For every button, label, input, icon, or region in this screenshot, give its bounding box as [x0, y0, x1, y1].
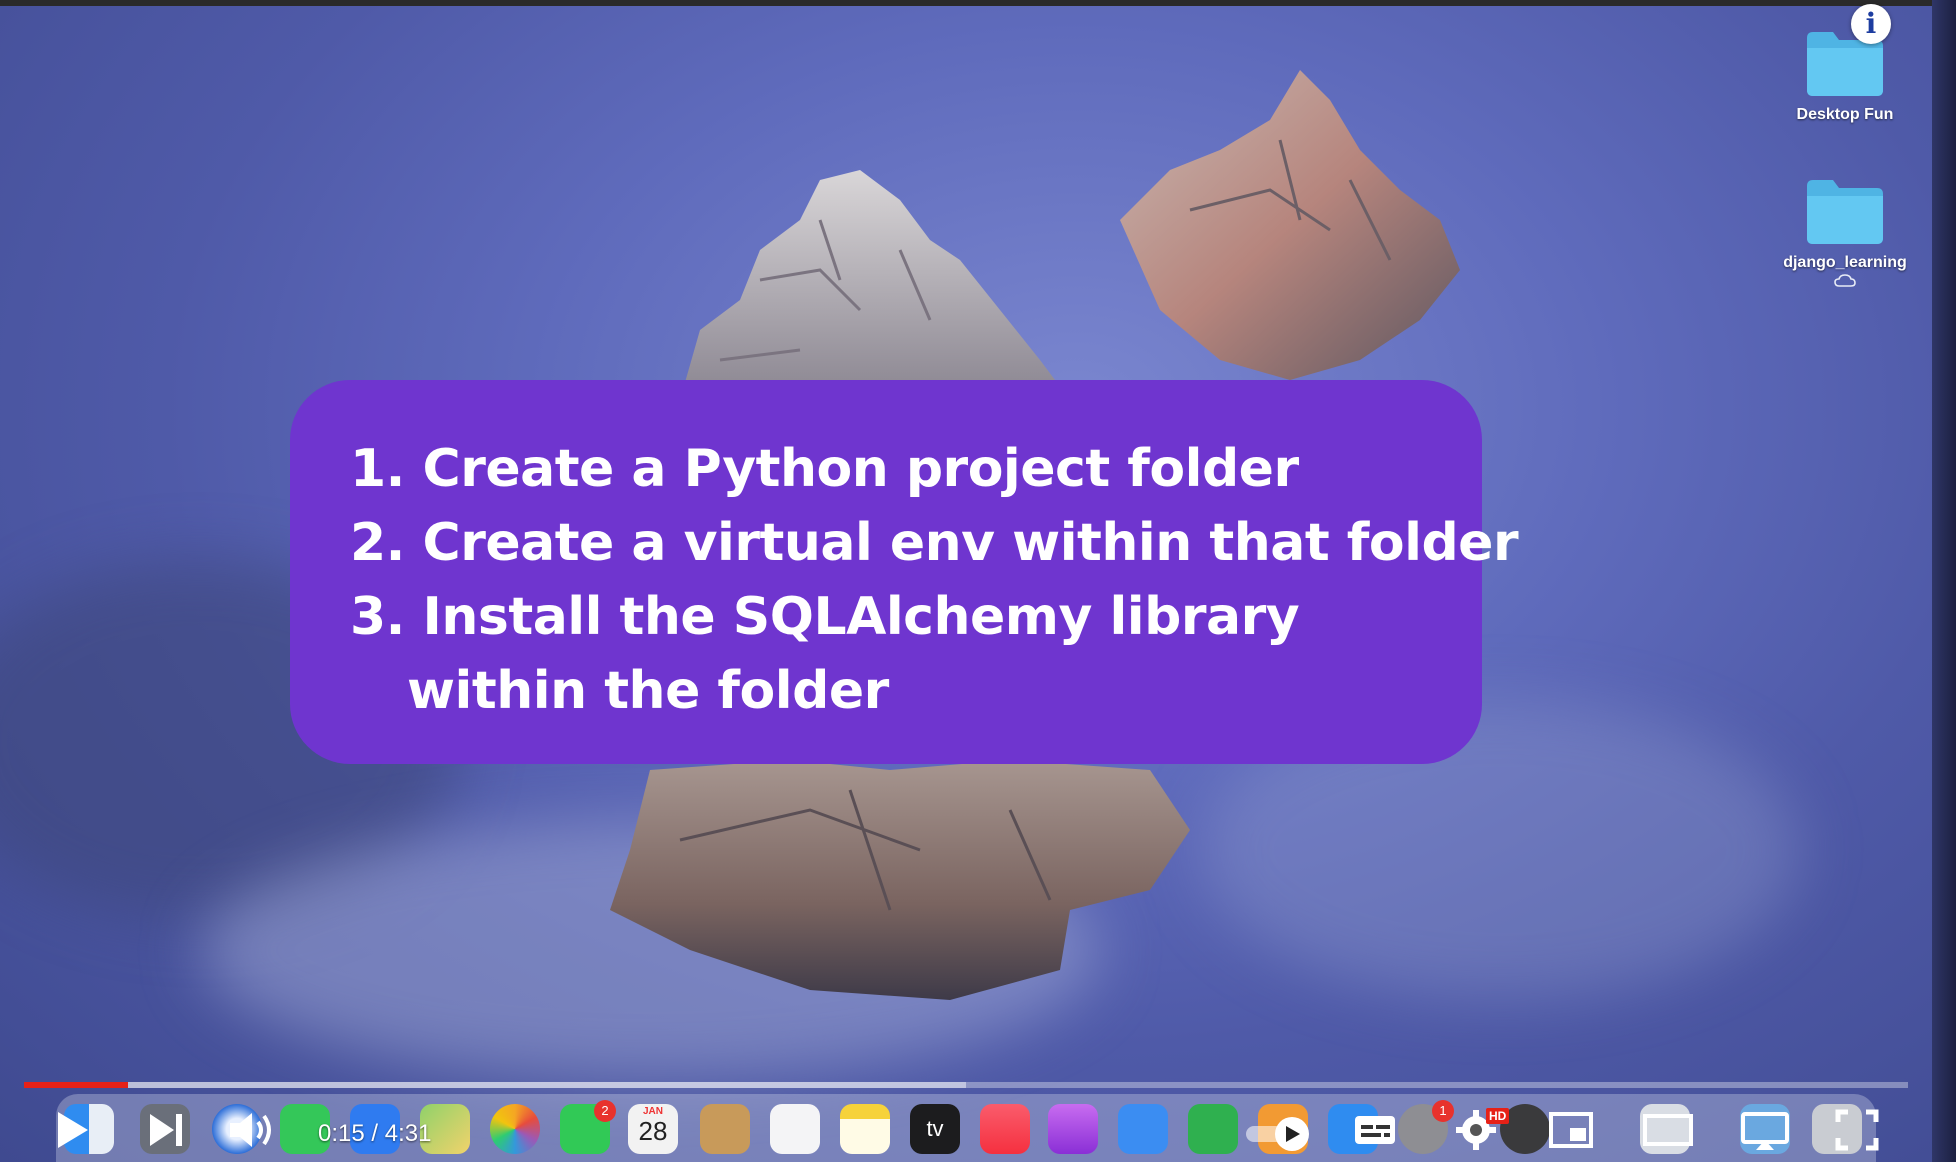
right-edge-shadow: [1932, 0, 1956, 1162]
time-display: 0:15 / 4:31: [318, 1120, 432, 1147]
folder-label: Desktop Fun: [1796, 106, 1894, 123]
reminders-icon: [770, 1104, 820, 1154]
info-icon[interactable]: i: [1851, 4, 1891, 44]
autoplay-toggle[interactable]: [1244, 1116, 1314, 1152]
step-2: 2. Create a virtual env within that fold…: [350, 513, 1519, 573]
step-3: 3. Install the SQLAlchemy library: [350, 587, 1300, 647]
progress-played: [24, 1082, 129, 1088]
apple-tv-icon: tv: [910, 1104, 960, 1154]
subtitles-icon[interactable]: [1352, 1108, 1398, 1152]
numbers-icon: [1188, 1104, 1238, 1154]
next-icon[interactable]: [144, 1108, 188, 1152]
notes-icon: [840, 1104, 890, 1154]
play-icon[interactable]: [52, 1108, 92, 1152]
podcasts-icon: [1048, 1104, 1098, 1154]
settings-badge: 1: [1432, 1100, 1454, 1122]
contacts-icon: [700, 1104, 750, 1154]
instructions-callout: 1. Create a Python project folder 2. Cre…: [290, 380, 1519, 764]
rock-center: [680, 170, 1070, 400]
volume-icon[interactable]: [226, 1108, 276, 1152]
calendar-icon: JAN 28: [628, 1104, 678, 1154]
progress-loaded: [24, 1082, 966, 1088]
desktop-folder-django-learning[interactable]: django_learning: [1765, 176, 1925, 288]
top-border: [0, 0, 1956, 6]
progress-bar[interactable]: [24, 1082, 1908, 1088]
cloud-icon: [1834, 274, 1856, 287]
folder-label: django_learning: [1783, 254, 1907, 271]
desktop-folder-desktop-fun[interactable]: Desktop Fun: [1765, 28, 1925, 124]
photos-icon: [490, 1104, 540, 1154]
folder-icon: [1807, 180, 1883, 244]
rock-bottom: [610, 760, 1190, 1000]
music-icon: [980, 1104, 1030, 1154]
rock-right: [1120, 70, 1460, 380]
keynote-icon: [1118, 1104, 1168, 1154]
fullscreen-icon[interactable]: [1834, 1108, 1880, 1152]
step-3-continued: within the folder: [407, 661, 889, 721]
calendar-day: 28: [638, 1116, 668, 1146]
video-frame[interactable]: 1. Create a Python project folder 2. Cre…: [0, 0, 1956, 1162]
step-1: 1. Create a Python project folder: [350, 439, 1299, 499]
theater-mode-icon[interactable]: [1642, 1108, 1694, 1152]
miniplayer-icon[interactable]: [1548, 1108, 1594, 1152]
hd-badge: HD: [1486, 1108, 1510, 1124]
cast-icon[interactable]: [1740, 1108, 1790, 1152]
facetime-badge: 2: [594, 1100, 616, 1122]
